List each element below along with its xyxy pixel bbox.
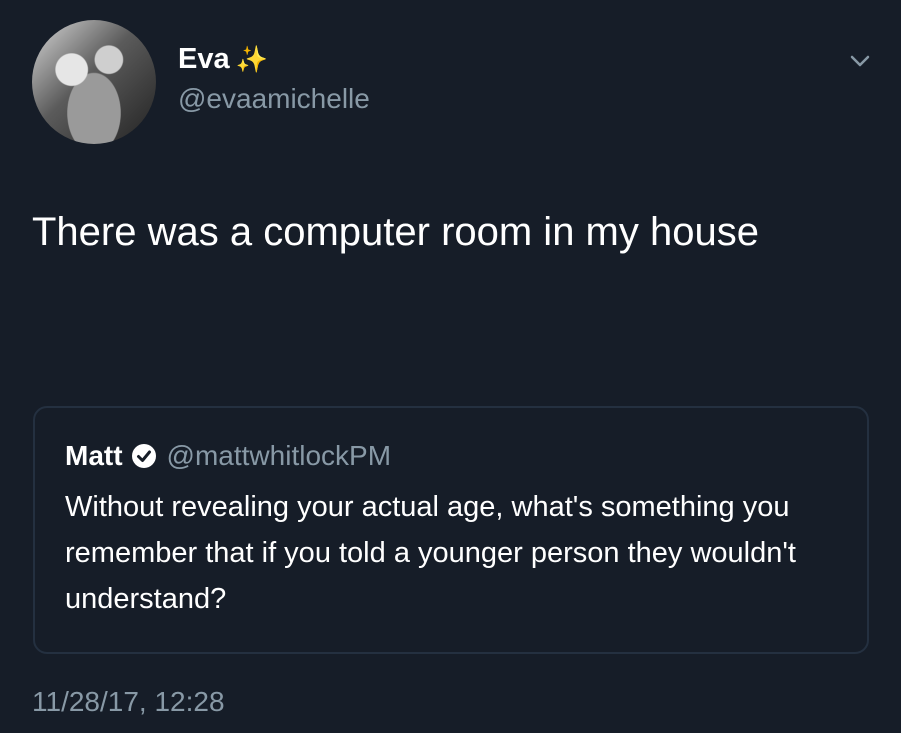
- quoted-tweet-text: Without revealing your actual age, what'…: [65, 491, 796, 615]
- chevron-down-icon[interactable]: [849, 50, 871, 72]
- author-identity[interactable]: Eva ✨ @evaamichelle: [178, 37, 370, 115]
- tweet-header: Eva ✨ @evaamichelle: [32, 20, 370, 144]
- quoted-user-handle: @mattwhitlockPM: [166, 440, 392, 471]
- avatar[interactable]: [32, 20, 156, 144]
- display-name-row: Eva ✨: [178, 37, 370, 81]
- tweet-timestamp[interactable]: 11/28/17, 12:28: [32, 686, 225, 718]
- quoted-display-name: Matt: [65, 440, 123, 471]
- quoted-tweet-header: Matt @mattwhitlockPM: [65, 436, 837, 476]
- quoted-tweet[interactable]: Matt @mattwhitlockPM Without revealing y…: [33, 406, 869, 654]
- verified-badge-icon: [131, 444, 156, 468]
- sparkle-icon: ✨: [235, 43, 268, 74]
- tweet: Eva ✨ @evaamichelle There was a computer…: [0, 0, 901, 733]
- user-handle[interactable]: @evaamichelle: [178, 83, 370, 115]
- tweet-text: There was a computer room in my house: [32, 210, 759, 254]
- display-name[interactable]: Eva: [178, 43, 230, 76]
